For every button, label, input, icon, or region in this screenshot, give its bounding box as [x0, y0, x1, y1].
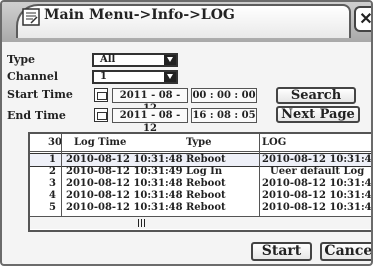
log-count: 30	[48, 137, 62, 148]
type-label: Type	[7, 53, 36, 66]
chevron-down-icon[interactable]	[164, 72, 176, 82]
channel-select-value: 1	[100, 71, 107, 82]
close-button[interactable]: ✕	[354, 6, 373, 32]
column-header-log-time: Log Time	[74, 137, 127, 148]
cancel-button[interactable]: Cancel	[320, 242, 371, 261]
column-header-log: LOG	[262, 137, 287, 148]
row-log-time: 2010-08-12 10:31:48	[66, 202, 183, 213]
column-divider	[259, 134, 260, 228]
row-log-time: 2010-08-12 10:31:48	[66, 154, 183, 165]
row-log-time: 2010-08-12 10:31:48	[66, 178, 183, 189]
log-app-icon	[22, 8, 40, 26]
log-window: Main Menu->Info->LOG ✕ Type All Channel …	[0, 0, 373, 266]
row-number: 5	[49, 202, 56, 213]
row-log-time: 2010-08-12 10:31:48	[66, 190, 183, 201]
channel-label: Channel	[7, 70, 59, 83]
table-row[interactable]: 1 2010-08-12 10:31:48 Reboot 2010-08-12 …	[30, 153, 373, 167]
table-row[interactable]: 3 2010-08-12 10:31:48 Reboot 2010-08-12 …	[30, 178, 373, 190]
next-page-button[interactable]: Next Page	[276, 106, 360, 123]
start-button[interactable]: Start	[251, 242, 312, 261]
row-number: 3	[49, 178, 56, 189]
calendar-icon[interactable]	[94, 88, 108, 102]
row-log: 2010-08-12 10:31:48	[262, 202, 373, 213]
table-row[interactable]: 4 2010-08-12 10:31:48 Reboot 2010-08-12 …	[30, 190, 373, 202]
row-log: 2010-08-12 10:31:48	[262, 154, 373, 165]
window-title: Main Menu->Info->LOG	[44, 7, 235, 23]
start-time-field[interactable]: 00 : 00 : 00	[191, 88, 257, 103]
end-time-field[interactable]: 16 : 08 : 05	[191, 108, 257, 123]
horizontal-scrollbar[interactable]	[30, 216, 371, 229]
column-header-type: Type	[186, 137, 212, 148]
title-bar: Main Menu->Info->LOG ✕	[2, 2, 373, 42]
row-type: Reboot	[186, 178, 226, 189]
scroll-thumb-icon[interactable]	[138, 218, 180, 227]
chevron-down-icon[interactable]	[164, 55, 176, 65]
calendar-icon[interactable]	[94, 108, 108, 122]
table-row[interactable]: 2 2010-08-12 10:31:49 Log In Ueer defaul…	[30, 166, 371, 178]
row-number: 1	[49, 154, 56, 165]
row-type: Reboot	[186, 202, 226, 213]
row-log: Ueer default Log	[270, 166, 365, 177]
type-select[interactable]: All	[92, 53, 178, 67]
log-table: 30 Log Time Type LOG 1 2010-08-12 10:31:…	[28, 132, 373, 232]
end-time-label: End Time	[7, 109, 66, 122]
search-button[interactable]: Search	[276, 87, 356, 104]
close-icon: ✕	[359, 9, 373, 28]
row-number: 4	[49, 190, 56, 201]
row-number: 2	[49, 166, 56, 177]
row-type: Reboot	[186, 154, 226, 165]
column-divider	[61, 134, 62, 228]
start-date-field[interactable]: 2011 - 08 - 12	[112, 88, 188, 114]
table-row[interactable]: 5 2010-08-12 10:31:48 Reboot 2010-08-12 …	[30, 202, 373, 214]
row-log: 2010-08-12 10:31:48	[262, 178, 373, 189]
row-type: Log In	[186, 166, 223, 177]
type-select-value: All	[100, 54, 116, 65]
table-header: 30 Log Time Type LOG	[30, 137, 371, 152]
start-time-label: Start Time	[7, 88, 73, 101]
row-log-time: 2010-08-12 10:31:49	[66, 166, 183, 177]
end-date-field[interactable]: 2011 - 08 - 12	[112, 108, 188, 134]
row-log: 2010-08-12 10:31:48	[262, 190, 373, 201]
row-type: Reboot	[186, 190, 226, 201]
channel-select[interactable]: 1	[92, 70, 178, 84]
